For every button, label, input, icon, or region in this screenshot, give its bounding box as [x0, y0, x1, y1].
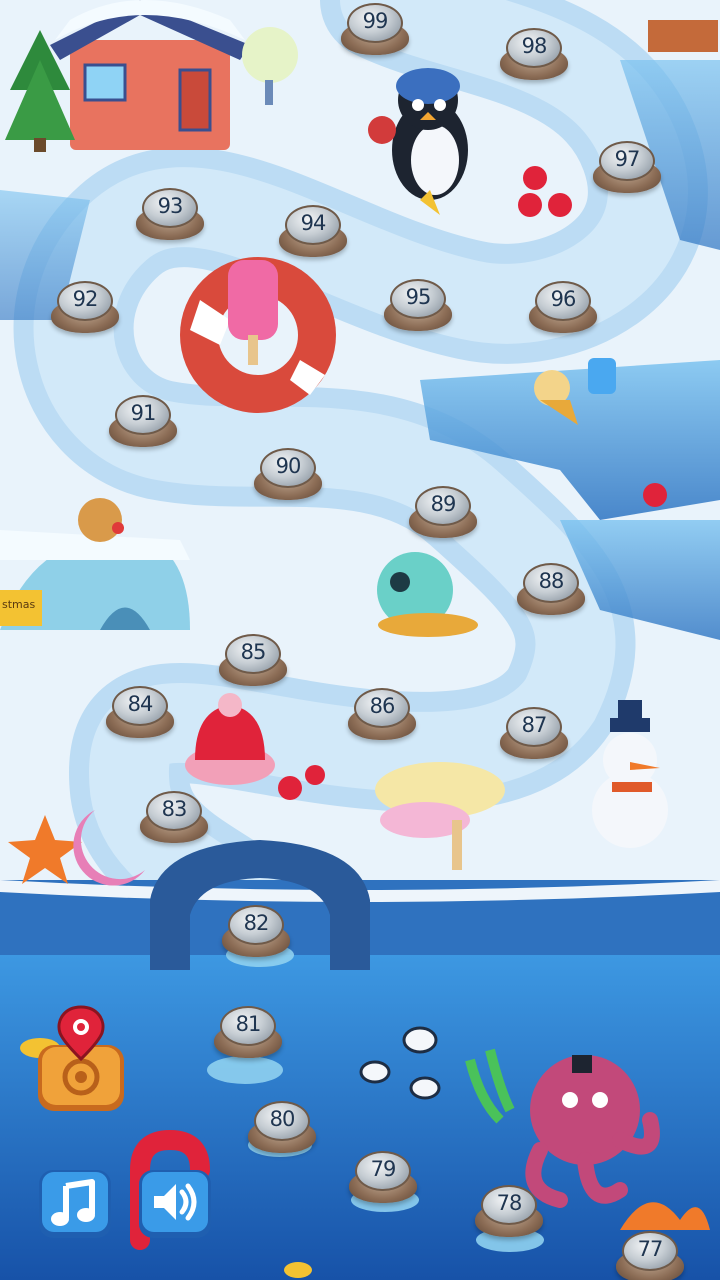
level-node-95[interactable]: 95	[382, 277, 454, 335]
sound-toggle-button[interactable]	[138, 1168, 212, 1240]
level-node-91[interactable]: 91	[107, 393, 179, 451]
level-node-92[interactable]: 92	[49, 279, 121, 337]
life-ring-icon	[180, 257, 336, 413]
level-node-79[interactable]: 79	[347, 1149, 419, 1207]
level-number: 77	[637, 1237, 664, 1261]
level-node-77[interactable]: 77	[614, 1229, 686, 1280]
level-number: 97	[614, 147, 641, 171]
level-number: 78	[496, 1191, 523, 1215]
level-node-88[interactable]: 88	[515, 561, 587, 619]
level-number: 93	[157, 194, 184, 218]
level-number: 96	[550, 287, 577, 311]
level-node-89[interactable]: 89	[407, 484, 479, 542]
level-number: 91	[130, 401, 157, 425]
music-toggle-button[interactable]	[38, 1168, 112, 1240]
igloo-icon	[0, 530, 190, 630]
music-note-icon	[39, 1170, 111, 1238]
level-node-97[interactable]: 97	[591, 139, 663, 197]
level-node-98[interactable]: 98	[498, 26, 570, 84]
map-pin-target-icon	[38, 1005, 124, 1111]
level-number: 99	[362, 9, 389, 33]
level-number: 85	[240, 640, 267, 664]
level-node-81[interactable]: 81	[212, 1004, 284, 1062]
igloo-sign-text: stmas	[2, 598, 36, 611]
level-number: 81	[235, 1012, 262, 1036]
level-number: 98	[521, 34, 548, 58]
level-number: 89	[430, 492, 457, 516]
level-node-82[interactable]: 82	[220, 903, 292, 961]
level-node-85[interactable]: 85	[217, 632, 289, 690]
level-number: 80	[269, 1107, 296, 1131]
level-number: 90	[275, 454, 302, 478]
level-node-83[interactable]: 83	[138, 789, 210, 847]
level-number: 86	[369, 694, 396, 718]
level-number: 88	[538, 569, 565, 593]
level-node-96[interactable]: 96	[527, 279, 599, 337]
level-number: 82	[243, 911, 270, 935]
level-number: 94	[300, 211, 327, 235]
level-number: 83	[161, 797, 188, 821]
level-node-86[interactable]: 86	[346, 686, 418, 744]
speaker-icon	[139, 1170, 211, 1238]
level-node-99[interactable]: 99	[339, 1, 411, 59]
level-number: 95	[405, 285, 432, 309]
locate-level-button[interactable]	[36, 1005, 126, 1115]
level-number: 92	[72, 287, 99, 311]
level-node-80[interactable]: 80	[246, 1099, 318, 1157]
level-node-93[interactable]: 93	[134, 186, 206, 244]
level-number: 87	[521, 713, 548, 737]
level-node-94[interactable]: 94	[277, 203, 349, 261]
game-map: stmas 99 98 97 93 94 92 95 96 91 90 89 8…	[0, 0, 720, 1280]
level-number: 84	[127, 692, 154, 716]
level-node-84[interactable]: 84	[104, 684, 176, 742]
level-node-78[interactable]: 78	[473, 1183, 545, 1241]
level-node-87[interactable]: 87	[498, 705, 570, 763]
level-number: 79	[370, 1157, 397, 1181]
level-node-90[interactable]: 90	[252, 446, 324, 504]
